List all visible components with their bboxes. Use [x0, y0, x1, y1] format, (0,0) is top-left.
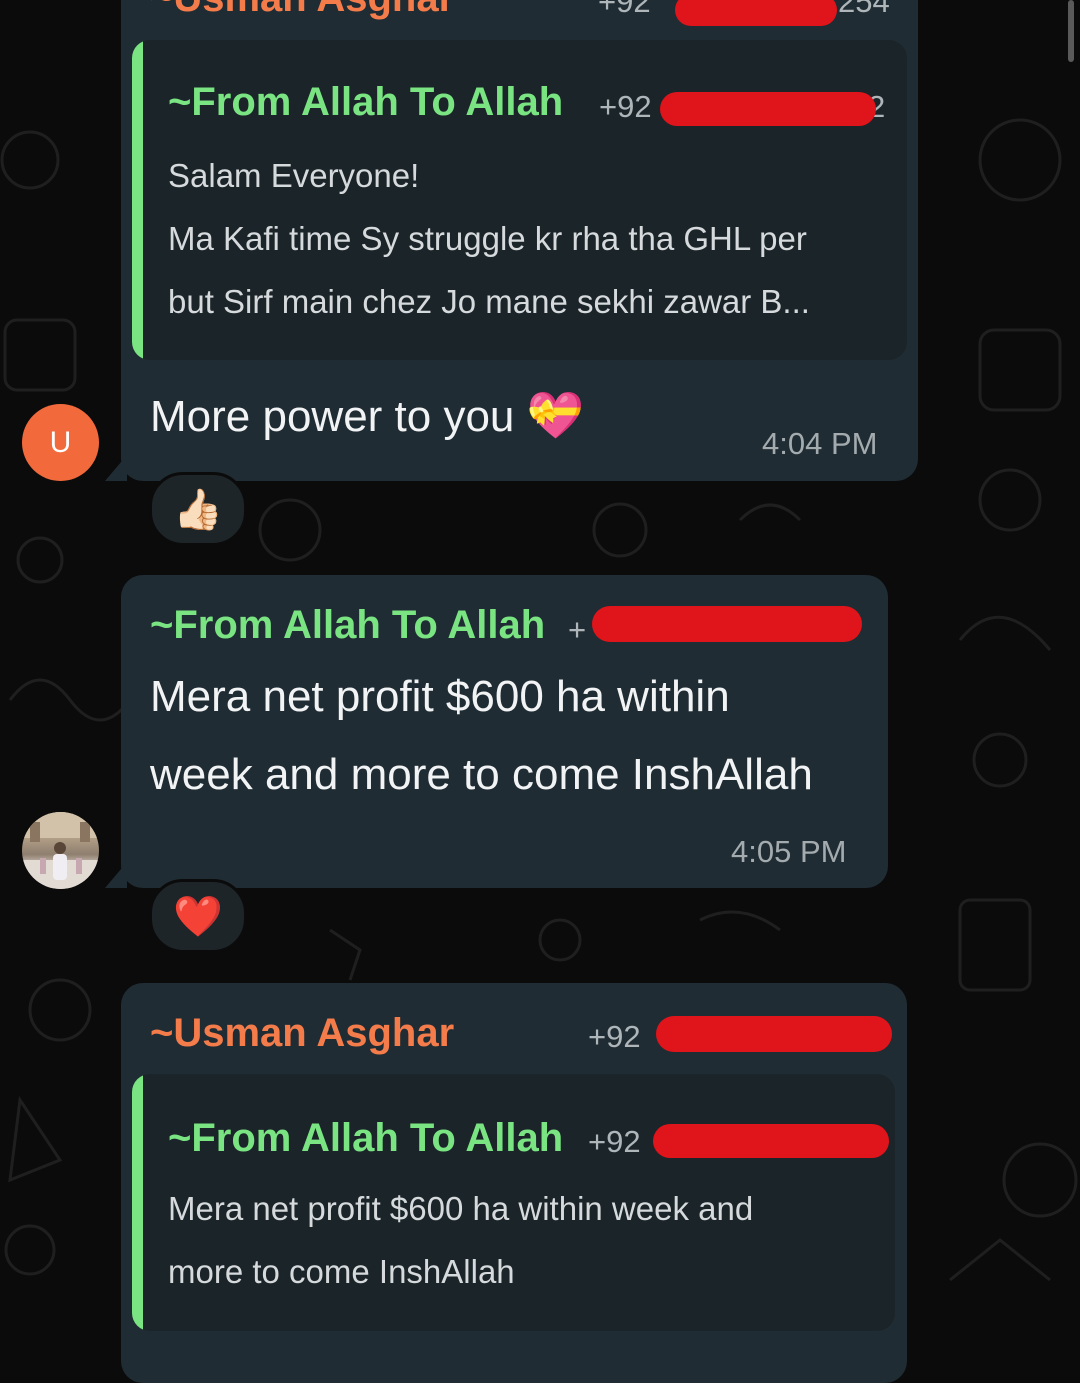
quote-accent-bar: [132, 1074, 143, 1331]
quoted-sender-name: From Allah To Allah: [191, 1116, 564, 1160]
quoted-phone-prefix: +92: [588, 1124, 641, 1159]
tilde-icon: ~: [168, 80, 192, 124]
sender-name[interactable]: Usman Asghar: [173, 1011, 454, 1056]
avatar-initial: U: [49, 425, 72, 459]
reaction-badge[interactable]: 👍🏻: [149, 472, 247, 546]
sender-phone-prefix: +92: [588, 1019, 641, 1054]
redaction-mark: [660, 92, 876, 126]
tilde-icon: ~: [150, 603, 174, 647]
sender-phone-suffix: 254: [838, 0, 890, 19]
message-time: 4:05 PM: [731, 834, 847, 869]
message-sender-header: ~ Usman Asghar: [150, 1011, 454, 1056]
avatar[interactable]: [22, 812, 99, 889]
quoted-sender-row: ~ From Allah To Allah: [168, 80, 563, 125]
scrollbar[interactable]: [1068, 0, 1074, 62]
quoted-phone-prefix: +92: [599, 89, 652, 124]
message-text-line: week and more to come InshAllah: [150, 750, 813, 799]
quoted-text-line: Ma Kafi time Sy struggle kr rha tha GHL …: [168, 220, 807, 257]
quoted-text-line: more to come InshAllah: [168, 1253, 515, 1290]
tilde-icon: ~: [168, 1116, 192, 1160]
message-text-line: Mera net profit $600 ha within: [150, 672, 730, 721]
quoted-sender-row: ~ From Allah To Allah: [168, 1116, 563, 1161]
thumbs-up-icon: 👍🏻: [173, 487, 223, 532]
avatar-photo-icon: [22, 812, 99, 889]
sender-phone-prefix: +: [568, 612, 587, 647]
tilde-icon: ~: [150, 1011, 174, 1055]
message-time: 4:04 PM: [762, 426, 878, 461]
avatar[interactable]: U: [22, 404, 99, 481]
message-text-body: More power to you: [150, 392, 515, 441]
redaction-mark: [675, 0, 837, 26]
quoted-message[interactable]: ~ From Allah To Allah +92 2 Salam Everyo…: [132, 40, 907, 360]
sender-name[interactable]: From Allah To Allah: [173, 603, 545, 648]
gift-heart-emoji: 💝: [526, 389, 584, 441]
bubble-tail: [105, 455, 127, 481]
tilde-icon: ~: [150, 0, 173, 21]
quoted-text-line: but Sirf main chez Jo mane sekhi zawar B…: [168, 283, 810, 320]
sender-name[interactable]: Usman Asghar: [173, 0, 454, 21]
reaction-badge[interactable]: ❤️: [149, 879, 247, 953]
quoted-sender-name: From Allah To Allah: [191, 80, 564, 124]
redaction-mark: [656, 1016, 892, 1052]
heart-icon: ❤️: [173, 894, 223, 939]
message-sender-header: ~ Usman Asghar: [150, 0, 454, 21]
quoted-text-line: Mera net profit $600 ha within week and: [168, 1190, 754, 1227]
redaction-mark: [592, 606, 862, 642]
sender-phone-prefix: +92: [598, 0, 651, 19]
quoted-text-line: Salam Everyone!: [168, 157, 420, 194]
bubble-tail: [105, 862, 127, 888]
redaction-mark: [653, 1124, 889, 1158]
message-sender-header: ~ From Allah To Allah: [150, 603, 545, 648]
message-text: More power to you 💝: [150, 388, 584, 443]
quote-accent-bar: [132, 40, 143, 360]
quoted-message[interactable]: ~ From Allah To Allah +92 Mera net profi…: [132, 1074, 895, 1331]
